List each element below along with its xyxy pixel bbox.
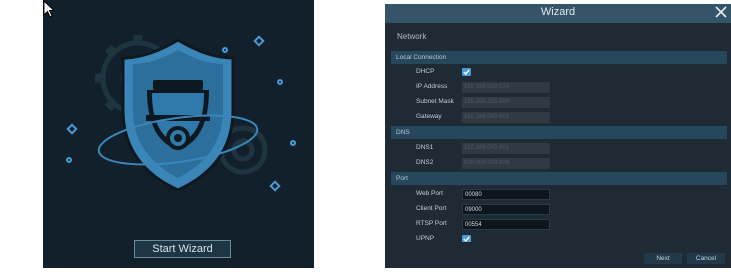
dhcp-label: DHCP xyxy=(416,68,435,75)
group-port: Port xyxy=(391,172,727,185)
camera-shield-illustration xyxy=(66,35,296,192)
subnet-mask-field[interactable]: 255.255.255.000 xyxy=(462,97,550,108)
rtsp-port-label: RTSP Port xyxy=(416,220,447,227)
close-icon[interactable] xyxy=(714,5,728,19)
start-wizard-button[interactable]: Start Wizard xyxy=(134,240,231,258)
dns2-label: DNS2 xyxy=(416,159,434,166)
group-dns: DNS xyxy=(391,126,727,139)
dhcp-row: DHCP xyxy=(385,66,731,79)
mouse-cursor-icon xyxy=(43,0,56,18)
dhcp-checkbox[interactable] xyxy=(462,68,471,76)
dns2-row: DNS2 008.008.008.008 xyxy=(385,157,731,170)
client-port-row: Client Port 09000 xyxy=(385,203,731,216)
web-port-label: Web Port xyxy=(416,190,443,197)
web-port-field[interactable]: 00080 xyxy=(462,189,550,200)
subnet-mask-row: Subnet Mask 255.255.255.000 xyxy=(385,96,731,109)
rtsp-port-row: RTSP Port 00554 xyxy=(385,218,731,231)
rtsp-port-field[interactable]: 00554 xyxy=(462,219,550,230)
dns2-field[interactable]: 008.008.008.008 xyxy=(462,158,550,169)
dns1-label: DNS1 xyxy=(416,144,434,151)
dns1-field[interactable]: 192.168.000.001 xyxy=(462,143,550,154)
upnp-row: UPNP xyxy=(385,233,731,242)
upnp-label: UPNP xyxy=(416,235,435,242)
gateway-label: Gateway xyxy=(416,113,442,120)
dialog-title: Wizard xyxy=(540,6,576,18)
next-button[interactable]: Next xyxy=(644,253,682,264)
client-port-field[interactable]: 09000 xyxy=(462,204,550,215)
wizard-dialog: Wizard Network Local Connection DHCP IP … xyxy=(385,4,731,268)
ip-address-row: IP Address 192.168.000.024 xyxy=(385,81,731,94)
gateway-field[interactable]: 192.168.000.001 xyxy=(462,112,550,123)
cancel-button[interactable]: Cancel xyxy=(687,253,725,264)
welcome-panel: Start Wizard xyxy=(43,0,314,268)
section-title: Network xyxy=(397,32,427,41)
gateway-row: Gateway 192.168.000.001 xyxy=(385,111,731,124)
upnp-checkbox[interactable] xyxy=(462,235,471,242)
group-local-connection: Local Connection xyxy=(391,51,727,64)
dns1-row: DNS1 192.168.000.001 xyxy=(385,142,731,155)
ip-address-field[interactable]: 192.168.000.024 xyxy=(462,82,550,93)
ip-address-label: IP Address xyxy=(416,83,448,90)
subnet-mask-label: Subnet Mask xyxy=(416,98,454,105)
client-port-label: Client Port xyxy=(416,205,447,212)
title-bar: Wizard xyxy=(385,4,731,23)
web-port-row: Web Port 00080 xyxy=(385,188,731,201)
